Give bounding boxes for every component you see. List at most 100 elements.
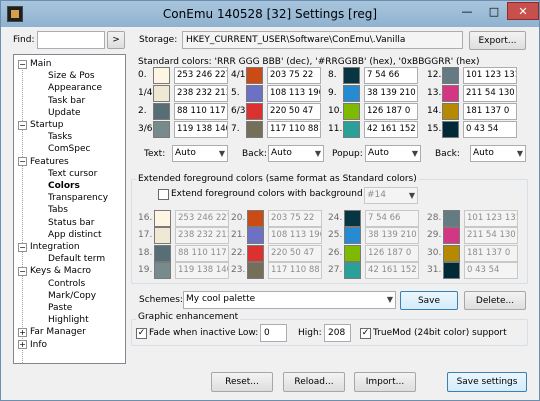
tree-item[interactable]: Size & Pos: [48, 70, 95, 82]
color-swatch[interactable]: [246, 121, 263, 138]
color-value-field[interactable]: 238 232 213: [174, 85, 228, 102]
tree-item[interactable]: Transparency: [48, 192, 108, 204]
color-swatch[interactable]: [442, 103, 459, 120]
tree-expander-icon[interactable]: −: [18, 59, 27, 69]
color-swatch[interactable]: [442, 121, 459, 138]
color-swatch[interactable]: [246, 85, 263, 102]
maximize-button[interactable]: □: [481, 2, 507, 20]
color-swatch[interactable]: [343, 121, 360, 138]
tree-item[interactable]: Far Manager: [30, 326, 86, 338]
reset-button[interactable]: Reset...: [211, 372, 273, 392]
tree-item[interactable]: Update: [48, 107, 81, 119]
color-swatch[interactable]: [247, 227, 264, 244]
color-value-field[interactable]: 203 75 22: [267, 67, 321, 84]
schemes-select[interactable]: My cool palette ▼: [183, 291, 396, 309]
color-swatch[interactable]: [246, 67, 263, 84]
color-value-field[interactable]: 119 138 140: [174, 121, 228, 138]
color-swatch[interactable]: [343, 103, 360, 120]
color-swatch[interactable]: [154, 210, 171, 227]
color-role-select[interactable]: Auto ▼: [172, 145, 228, 162]
color-swatch[interactable]: [154, 245, 171, 262]
color-swatch[interactable]: [343, 67, 360, 84]
tree-expander-icon[interactable]: −: [18, 157, 27, 167]
color-value-field[interactable]: 203 75 22: [268, 210, 322, 227]
color-swatch[interactable]: [343, 85, 360, 102]
color-swatch[interactable]: [344, 262, 361, 279]
low-input[interactable]: 0: [260, 324, 287, 342]
color-swatch[interactable]: [442, 85, 459, 102]
tree-item[interactable]: Appearance: [48, 82, 102, 94]
color-value-field[interactable]: 108 113 196: [268, 227, 322, 244]
color-swatch[interactable]: [153, 121, 170, 138]
tree-item[interactable]: Paste: [48, 302, 72, 314]
scheme-delete-button[interactable]: Delete...: [464, 291, 526, 310]
color-swatch[interactable]: [154, 262, 171, 279]
color-role-select[interactable]: Auto ▼: [470, 145, 526, 162]
color-value-field[interactable]: 238 232 213: [175, 227, 229, 244]
color-swatch[interactable]: [344, 245, 361, 262]
tree-item[interactable]: Integration: [30, 241, 80, 253]
find-go-button[interactable]: >: [107, 31, 125, 49]
color-swatch[interactable]: [443, 262, 460, 279]
color-value-field[interactable]: 126 187 0: [365, 245, 419, 262]
tree-item[interactable]: Features: [30, 156, 69, 168]
color-value-field[interactable]: 88 110 117: [174, 103, 228, 120]
tree-expander-icon[interactable]: −: [18, 266, 27, 276]
tree-item[interactable]: Tabs: [48, 204, 68, 216]
color-swatch[interactable]: [442, 67, 459, 84]
tree-item[interactable]: Info: [30, 339, 47, 351]
import-button[interactable]: Import...: [354, 372, 416, 392]
color-value-field[interactable]: 0 43 54: [464, 262, 518, 279]
tree-item[interactable]: Text cursor: [48, 168, 97, 180]
tree-expander-icon[interactable]: −: [18, 242, 27, 252]
tree-expander-icon[interactable]: −: [18, 120, 27, 130]
color-swatch[interactable]: [153, 103, 170, 120]
extend-background-select[interactable]: #14 ▼: [364, 187, 418, 204]
export-button[interactable]: Export...: [469, 31, 526, 50]
color-value-field[interactable]: 126 187 0: [364, 103, 418, 120]
reload-button[interactable]: Reload...: [283, 372, 345, 392]
color-swatch[interactable]: [443, 245, 460, 262]
storage-path-field[interactable]: HKEY_CURRENT_USER\Software\ConEmu\.Vanil…: [182, 31, 463, 49]
color-value-field[interactable]: 7 54 66: [364, 67, 418, 84]
color-value-field[interactable]: 88 110 117: [175, 245, 229, 262]
tree-item[interactable]: Startup: [30, 119, 63, 131]
tree-expander-icon[interactable]: +: [18, 340, 27, 350]
close-button[interactable]: ✕: [507, 2, 539, 20]
truemod-checkbox[interactable]: ✓: [360, 328, 371, 339]
color-swatch[interactable]: [247, 262, 264, 279]
color-value-field[interactable]: 211 54 130: [463, 85, 517, 102]
tree-expander-icon[interactable]: +: [18, 327, 27, 337]
color-swatch[interactable]: [443, 210, 460, 227]
scheme-save-button[interactable]: Save: [400, 291, 458, 310]
color-value-field[interactable]: 117 110 88: [268, 262, 322, 279]
settings-tree[interactable]: − Main Size & Pos Appearance Task bar Update −…: [13, 54, 126, 364]
color-value-field[interactable]: 42 161 152: [364, 121, 418, 138]
tree-item[interactable]: Main: [30, 58, 52, 70]
color-value-field[interactable]: 0 43 54: [463, 121, 517, 138]
color-value-field[interactable]: 119 138 140: [175, 262, 229, 279]
high-input[interactable]: 208: [324, 324, 351, 342]
color-swatch[interactable]: [246, 103, 263, 120]
color-value-field[interactable]: 253 246 227: [175, 210, 229, 227]
color-swatch[interactable]: [344, 227, 361, 244]
color-swatch[interactable]: [344, 210, 361, 227]
color-swatch[interactable]: [153, 67, 170, 84]
tree-item[interactable]: Status bar: [48, 217, 94, 229]
tree-item[interactable]: Keys & Macro: [30, 265, 91, 277]
tree-item[interactable]: Tasks: [48, 131, 72, 143]
color-value-field[interactable]: 220 50 47: [267, 103, 321, 120]
tree-item[interactable]: ComSpec: [48, 143, 90, 155]
color-value-field[interactable]: 117 110 88: [267, 121, 321, 138]
color-value-field[interactable]: 253 246 227: [174, 67, 228, 84]
extend-foreground-checkbox[interactable]: [158, 189, 169, 200]
find-input[interactable]: [37, 31, 105, 49]
title-bar[interactable]: ConEmu 140528 [32] Settings [reg] — □ ✕: [1, 1, 539, 27]
tree-item[interactable]: Default term: [48, 253, 105, 265]
color-value-field[interactable]: 211 54 130: [464, 227, 518, 244]
tree-item-selected[interactable]: Colors: [48, 180, 80, 192]
color-swatch[interactable]: [153, 85, 170, 102]
color-value-field[interactable]: 101 123 131: [463, 67, 517, 84]
minimize-button[interactable]: —: [454, 2, 480, 20]
color-swatch[interactable]: [247, 245, 264, 262]
